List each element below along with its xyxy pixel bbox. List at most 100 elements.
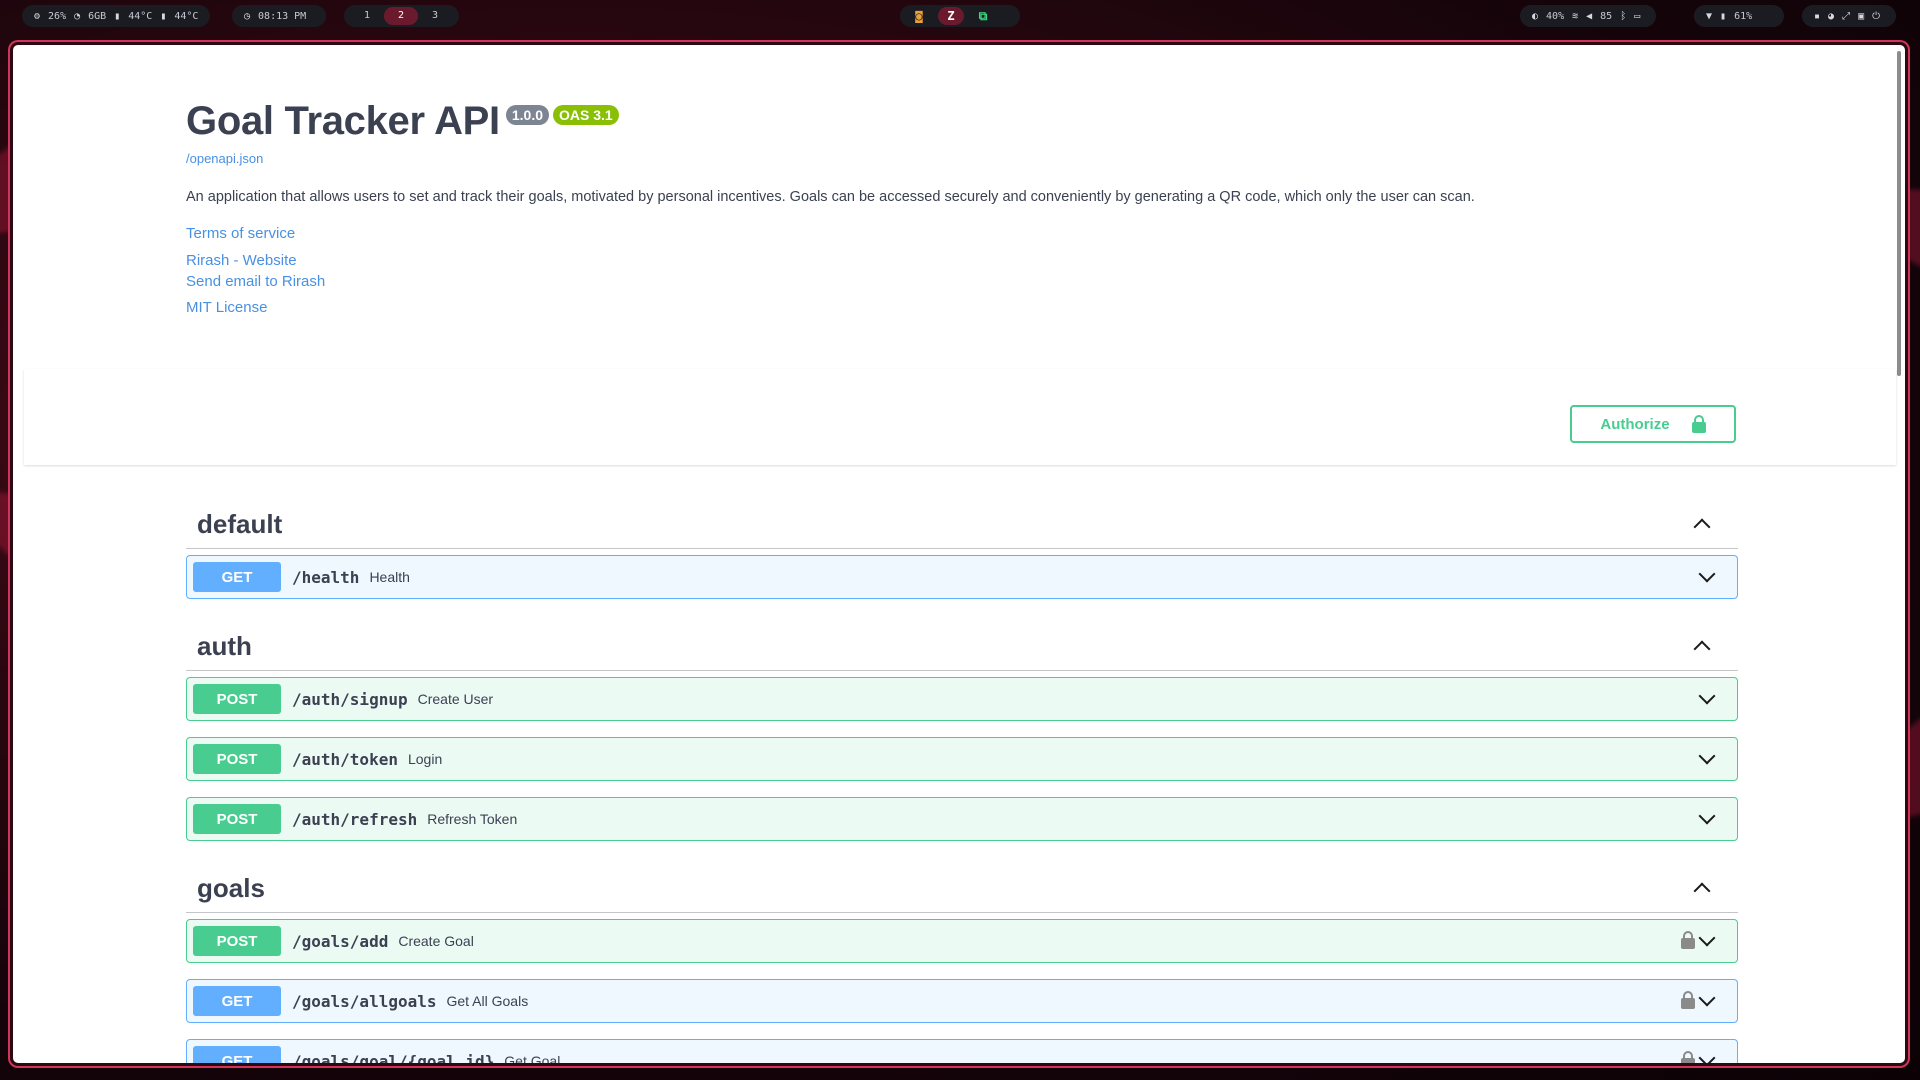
operation-get-goals-allgoals[interactable]: GET /goals/allgoals Get All Goals: [186, 979, 1738, 1023]
temperature-icon: ▮: [114, 10, 121, 22]
battery-status: ▼ ▮ 61%: [1694, 5, 1784, 27]
operation-path: /auth/refresh: [292, 809, 418, 829]
tag-section-default: default GET /health Health: [186, 499, 1738, 599]
operation-post-goals-add[interactable]: POST /goals/add Create Goal: [186, 919, 1738, 963]
operation-summary: Create Goal: [398, 933, 474, 949]
workspace-1[interactable]: 1: [350, 7, 384, 25]
tag-name: auth: [197, 631, 252, 661]
terms-of-service-link[interactable]: Terms of service: [186, 225, 295, 242]
palette-icon[interactable]: ◕: [1828, 11, 1834, 22]
system-tray: ◐ 40% ≋ ◀ 85 ᛒ ▭: [1520, 5, 1656, 27]
terminal-icon[interactable]: ⧉: [970, 7, 996, 25]
wifi-signal-icon: ▼: [1706, 10, 1713, 22]
clock-time: 08:13 PM: [258, 10, 307, 22]
tag-header-default[interactable]: default: [186, 499, 1738, 549]
operation-path: /auth/signup: [292, 689, 408, 709]
method-badge: GET: [193, 562, 281, 592]
authorize-button[interactable]: Authorize: [1570, 405, 1736, 443]
openapi-spec-link[interactable]: /openapi.json: [186, 151, 263, 166]
tag-header-auth[interactable]: auth: [186, 621, 1738, 671]
temperature-icon: ▮: [160, 10, 167, 22]
power-menu: ▪ ◕ ⤢ ▣ ⏻: [1802, 5, 1896, 27]
clock[interactable]: ◷ 08:13 PM: [232, 5, 326, 27]
operation-summary: Create User: [417, 691, 494, 707]
operation-path: /auth/token: [292, 749, 398, 769]
chevron-down-icon[interactable]: [1698, 565, 1716, 583]
volume-icon[interactable]: ◀: [1586, 11, 1592, 22]
operation-get-goals-goal[interactable]: GET /goals/goal/{goal_id} Get Goal: [186, 1039, 1738, 1066]
operation-path: /goals/add: [292, 931, 389, 951]
chevron-down-icon[interactable]: [1698, 807, 1716, 825]
operation-post-auth-signup[interactable]: POST /auth/signup Create User: [186, 677, 1738, 721]
workspace-2[interactable]: 2: [384, 7, 418, 25]
browser-icon[interactable]: ◙: [906, 7, 932, 25]
lock-icon[interactable]: [1681, 931, 1695, 949]
system-stats: ⚙ 26% ◔ 6GB ▮ 44°C ▮ 44°C: [22, 5, 210, 27]
chevron-down-icon[interactable]: [1698, 1049, 1716, 1063]
operation-post-auth-refresh[interactable]: POST /auth/refresh Refresh Token: [186, 797, 1738, 841]
operation-post-auth-token[interactable]: POST /auth/token Login: [186, 737, 1738, 781]
brightness-level: 40%: [1546, 10, 1565, 22]
tag-header-goals[interactable]: goals: [186, 863, 1738, 913]
volume-level: 85: [1600, 10, 1613, 22]
page-scrollbar[interactable]: [1897, 51, 1901, 376]
workspace-switcher: 1 2 3: [344, 5, 459, 27]
method-badge: POST: [193, 926, 281, 956]
keyboard-icon[interactable]: ▭: [1634, 11, 1640, 22]
operation-summary: Get All Goals: [446, 993, 529, 1009]
battery-icon: ▮: [1720, 10, 1727, 22]
bluetooth-icon[interactable]: ᛒ: [1620, 11, 1626, 22]
license-link[interactable]: MIT License: [186, 299, 267, 316]
power-icon[interactable]: ⏻: [1872, 11, 1880, 22]
memory-icon: ◔: [74, 10, 81, 22]
brightness-icon[interactable]: ◐: [1532, 11, 1538, 22]
authorize-label: Authorize: [1600, 415, 1670, 433]
operation-get-health[interactable]: GET /health Health: [186, 555, 1738, 599]
method-badge: POST: [193, 744, 281, 774]
chevron-down-icon[interactable]: [1698, 747, 1716, 765]
email-link[interactable]: Send email to Rirash: [186, 273, 325, 290]
chevron-down-icon[interactable]: [1698, 989, 1716, 1007]
version-badge: 1.0.0: [505, 105, 550, 125]
running-apps: ◙ Z ⧉: [900, 5, 1020, 27]
chevron-up-icon[interactable]: [1693, 882, 1711, 900]
workspace-3[interactable]: 3: [418, 7, 452, 25]
operation-path: /health: [292, 567, 360, 587]
system-top-bar: ⚙ 26% ◔ 6GB ▮ 44°C ▮ 44°C ◷ 08:13 PM 1 2 3 ◙ …: [0, 0, 1920, 32]
operation-summary: Login: [407, 751, 443, 767]
wifi-icon[interactable]: ≋: [1572, 11, 1578, 22]
memory-usage: 6GB: [88, 10, 107, 22]
chevron-down-icon[interactable]: [1698, 687, 1716, 705]
chevron-down-icon[interactable]: [1698, 929, 1716, 947]
operation-path: /goals/allgoals: [292, 991, 437, 1011]
lock-icon[interactable]: [1681, 1051, 1695, 1063]
tag-section-auth: auth POST /auth/signup Create User POST …: [186, 621, 1738, 841]
chevron-up-icon[interactable]: [1693, 640, 1711, 658]
zed-icon[interactable]: Z: [938, 7, 964, 25]
title-row: Goal Tracker API 1.0.0 OAS 3.1: [186, 99, 619, 144]
tag-name: default: [197, 509, 283, 539]
clock-icon: ◷: [244, 10, 251, 22]
api-description: An application that allows users to set …: [186, 189, 1475, 205]
method-badge: GET: [193, 1046, 281, 1063]
cpu-icon: ⚙: [34, 10, 41, 22]
tag-section-goals: goals POST /goals/add Create Goal GET /g…: [186, 863, 1738, 1063]
screenshot-icon[interactable]: ⤢: [1842, 11, 1850, 22]
battery-level: 61%: [1734, 10, 1753, 22]
browser-window: Goal Tracker API 1.0.0 OAS 3.1 /openapi.…: [10, 42, 1908, 1066]
lock-icon[interactable]: [1681, 991, 1695, 1009]
gpu-temp: 44°C: [174, 10, 199, 22]
operation-summary: Get Goal: [504, 1053, 561, 1066]
operation-summary: Refresh Token: [427, 811, 518, 827]
website-link[interactable]: Rirash - Website: [186, 252, 297, 269]
method-badge: POST: [193, 804, 281, 834]
lock-screen-icon[interactable]: ▪: [1814, 11, 1820, 22]
method-badge: POST: [193, 684, 281, 714]
chevron-up-icon[interactable]: [1693, 518, 1711, 536]
clipboard-icon[interactable]: ▣: [1858, 11, 1864, 22]
cpu-temp: 44°C: [128, 10, 153, 22]
method-badge: GET: [193, 986, 281, 1016]
unlocked-icon: [1691, 415, 1706, 433]
tag-name: goals: [197, 873, 265, 903]
cpu-usage: 26%: [48, 10, 67, 22]
